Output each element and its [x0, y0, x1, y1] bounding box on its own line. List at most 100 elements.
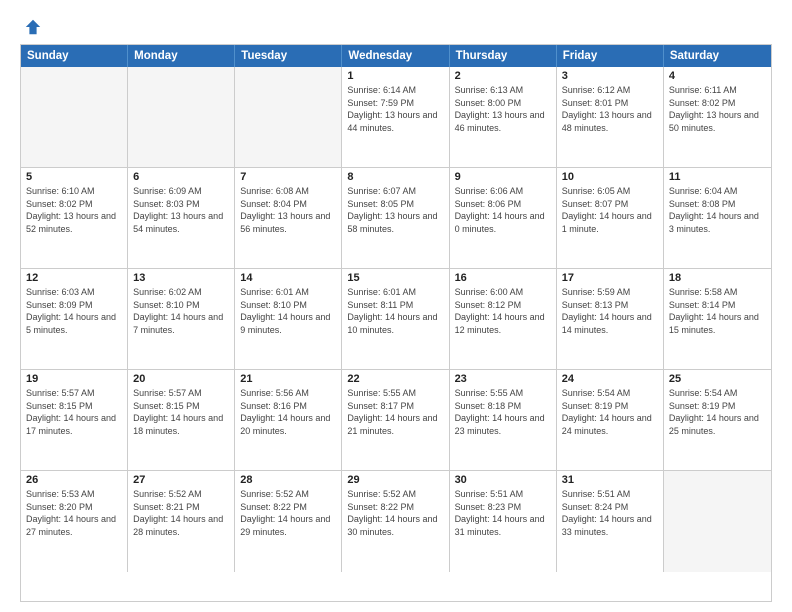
calendar-cell: 28 Sunrise: 5:52 AM Sunset: 8:22 PM Dayli…: [235, 471, 342, 572]
day-info: Sunrise: 5:51 AM Sunset: 8:24 PM Dayligh…: [562, 488, 658, 538]
day-number: 11: [669, 171, 766, 183]
calendar-cell: 30Sunrise: 5:51 AM Sunset: 8:23 PM Dayli…: [450, 471, 557, 572]
day-number: 16: [455, 272, 551, 284]
day-info: Sunrise: 6:01 AM Sunset: 8:10 PM Dayligh…: [240, 286, 336, 336]
calendar-cell: 12 Sunrise: 6:03 AM Sunset: 8:09 PM Dayli…: [21, 269, 128, 369]
day-info: Sunrise: 6:02 AM Sunset: 8:10 PM Dayligh…: [133, 286, 229, 336]
calendar-cell: 22Sunrise: 5:55 AM Sunset: 8:17 PM Dayli…: [342, 370, 449, 470]
page: Sunday Monday Tuesday Wednesday Thursday…: [0, 0, 792, 612]
header: [20, 18, 772, 36]
calendar-cell: 21 Sunrise: 5:56 AM Sunset: 8:16 PM Dayli…: [235, 370, 342, 470]
day-number: 24: [562, 373, 658, 385]
calendar-cell: 10 Sunrise: 6:05 AM Sunset: 8:07 PM Dayli…: [557, 168, 664, 268]
calendar-cell: 23Sunrise: 5:55 AM Sunset: 8:18 PM Dayli…: [450, 370, 557, 470]
calendar-cell: [235, 67, 342, 167]
calendar-cell: 2 Sunrise: 6:13 AM Sunset: 8:00 PM Daylig…: [450, 67, 557, 167]
day-info: Sunrise: 5:57 AM Sunset: 8:15 PM Dayligh…: [133, 387, 229, 437]
header-saturday: Saturday: [664, 45, 771, 67]
day-info: Sunrise: 6:08 AM Sunset: 8:04 PM Dayligh…: [240, 185, 336, 235]
calendar-cell: [664, 471, 771, 572]
header-friday: Friday: [557, 45, 664, 67]
day-number: 23: [455, 373, 551, 385]
calendar-cell: 18Sunrise: 5:58 AM Sunset: 8:14 PM Dayli…: [664, 269, 771, 369]
calendar-cell: 4Sunrise: 6:11 AM Sunset: 8:02 PM Daylig…: [664, 67, 771, 167]
day-info: Sunrise: 6:05 AM Sunset: 8:07 PM Dayligh…: [562, 185, 658, 235]
day-info: Sunrise: 5:57 AM Sunset: 8:15 PM Dayligh…: [26, 387, 122, 437]
day-number: 17: [562, 272, 658, 284]
header-thursday: Thursday: [450, 45, 557, 67]
week-row-2: 5 Sunrise: 6:10 AM Sunset: 8:02 PM Daylig…: [21, 168, 771, 269]
day-number: 15: [347, 272, 443, 284]
day-info: Sunrise: 6:03 AM Sunset: 8:09 PM Dayligh…: [26, 286, 122, 336]
calendar-cell: 3Sunrise: 6:12 AM Sunset: 8:01 PM Daylig…: [557, 67, 664, 167]
day-number: 12: [26, 272, 122, 284]
week-row-1: 1Sunrise: 6:14 AM Sunset: 7:59 PM Daylig…: [21, 67, 771, 168]
calendar-cell: 20 Sunrise: 5:57 AM Sunset: 8:15 PM Dayli…: [128, 370, 235, 470]
calendar-cell: [21, 67, 128, 167]
header-wednesday: Wednesday: [342, 45, 449, 67]
day-number: 21: [240, 373, 336, 385]
day-number: 4: [669, 70, 766, 82]
day-info: Sunrise: 6:09 AM Sunset: 8:03 PM Dayligh…: [133, 185, 229, 235]
day-number: 13: [133, 272, 229, 284]
calendar-cell: 26 Sunrise: 5:53 AM Sunset: 8:20 PM Dayli…: [21, 471, 128, 572]
calendar-cell: 11 Sunrise: 6:04 AM Sunset: 8:08 PM Dayli…: [664, 168, 771, 268]
calendar-body: 1Sunrise: 6:14 AM Sunset: 7:59 PM Daylig…: [21, 67, 771, 572]
day-info: Sunrise: 6:07 AM Sunset: 8:05 PM Dayligh…: [347, 185, 443, 235]
day-number: 5: [26, 171, 122, 183]
calendar-header: Sunday Monday Tuesday Wednesday Thursday…: [21, 45, 771, 67]
calendar-cell: 9 Sunrise: 6:06 AM Sunset: 8:06 PM Daylig…: [450, 168, 557, 268]
calendar-cell: 16Sunrise: 6:00 AM Sunset: 8:12 PM Dayli…: [450, 269, 557, 369]
day-number: 31: [562, 474, 658, 486]
calendar-cell: 6 Sunrise: 6:09 AM Sunset: 8:03 PM Daylig…: [128, 168, 235, 268]
day-info: Sunrise: 5:59 AM Sunset: 8:13 PM Dayligh…: [562, 286, 658, 336]
day-number: 28: [240, 474, 336, 486]
day-info: Sunrise: 5:56 AM Sunset: 8:16 PM Dayligh…: [240, 387, 336, 437]
day-number: 25: [669, 373, 766, 385]
calendar-cell: 15 Sunrise: 6:01 AM Sunset: 8:11 PM Dayli…: [342, 269, 449, 369]
logo-icon: [24, 18, 42, 36]
day-info: Sunrise: 6:10 AM Sunset: 8:02 PM Dayligh…: [26, 185, 122, 235]
week-row-3: 12 Sunrise: 6:03 AM Sunset: 8:09 PM Dayli…: [21, 269, 771, 370]
week-row-5: 26 Sunrise: 5:53 AM Sunset: 8:20 PM Dayli…: [21, 471, 771, 572]
day-number: 19: [26, 373, 122, 385]
calendar-cell: 25 Sunrise: 5:54 AM Sunset: 8:19 PM Dayli…: [664, 370, 771, 470]
day-number: 2: [455, 70, 551, 82]
day-info: Sunrise: 6:12 AM Sunset: 8:01 PM Dayligh…: [562, 84, 658, 134]
day-info: Sunrise: 5:58 AM Sunset: 8:14 PM Dayligh…: [669, 286, 766, 336]
calendar-cell: [128, 67, 235, 167]
header-tuesday: Tuesday: [235, 45, 342, 67]
calendar-cell: 17 Sunrise: 5:59 AM Sunset: 8:13 PM Dayli…: [557, 269, 664, 369]
calendar-cell: 5 Sunrise: 6:10 AM Sunset: 8:02 PM Daylig…: [21, 168, 128, 268]
day-info: Sunrise: 5:54 AM Sunset: 8:19 PM Dayligh…: [562, 387, 658, 437]
day-number: 20: [133, 373, 229, 385]
header-monday: Monday: [128, 45, 235, 67]
logo: [20, 18, 42, 36]
day-number: 14: [240, 272, 336, 284]
day-number: 1: [347, 70, 443, 82]
day-info: Sunrise: 5:52 AM Sunset: 8:22 PM Dayligh…: [347, 488, 443, 538]
day-number: 6: [133, 171, 229, 183]
day-number: 30: [455, 474, 551, 486]
day-number: 29: [347, 474, 443, 486]
calendar-cell: 14 Sunrise: 6:01 AM Sunset: 8:10 PM Dayli…: [235, 269, 342, 369]
day-info: Sunrise: 6:06 AM Sunset: 8:06 PM Dayligh…: [455, 185, 551, 235]
day-info: Sunrise: 5:54 AM Sunset: 8:19 PM Dayligh…: [669, 387, 766, 437]
day-number: 10: [562, 171, 658, 183]
header-sunday: Sunday: [21, 45, 128, 67]
calendar-cell: 29 Sunrise: 5:52 AM Sunset: 8:22 PM Dayli…: [342, 471, 449, 572]
day-info: Sunrise: 5:52 AM Sunset: 8:21 PM Dayligh…: [133, 488, 229, 538]
day-number: 9: [455, 171, 551, 183]
day-number: 7: [240, 171, 336, 183]
day-info: Sunrise: 5:53 AM Sunset: 8:20 PM Dayligh…: [26, 488, 122, 538]
day-number: 8: [347, 171, 443, 183]
day-info: Sunrise: 5:55 AM Sunset: 8:17 PM Dayligh…: [347, 387, 443, 437]
calendar-cell: 7 Sunrise: 6:08 AM Sunset: 8:04 PM Daylig…: [235, 168, 342, 268]
calendar-cell: 31 Sunrise: 5:51 AM Sunset: 8:24 PM Dayli…: [557, 471, 664, 572]
day-info: Sunrise: 6:01 AM Sunset: 8:11 PM Dayligh…: [347, 286, 443, 336]
day-info: Sunrise: 5:52 AM Sunset: 8:22 PM Dayligh…: [240, 488, 336, 538]
day-number: 26: [26, 474, 122, 486]
calendar-cell: 24 Sunrise: 5:54 AM Sunset: 8:19 PM Dayli…: [557, 370, 664, 470]
day-info: Sunrise: 6:13 AM Sunset: 8:00 PM Dayligh…: [455, 84, 551, 134]
day-info: Sunrise: 6:04 AM Sunset: 8:08 PM Dayligh…: [669, 185, 766, 235]
